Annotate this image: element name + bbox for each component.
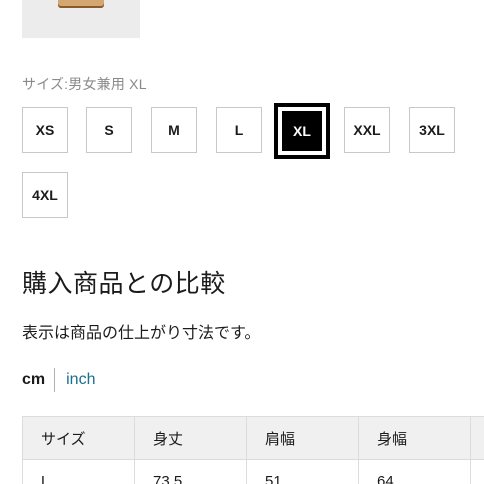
table-header-cell: 身丈 xyxy=(134,416,247,460)
size-option-xl[interactable]: XL xyxy=(274,103,330,159)
table-row: L 73.5 51 64 xyxy=(22,459,484,484)
table-cell: L xyxy=(22,459,135,484)
size-option-4xl[interactable]: 4XL xyxy=(22,172,68,218)
size-option-l[interactable]: L xyxy=(216,107,262,153)
size-option-label: 3XL xyxy=(419,122,445,138)
table-cell: 51 xyxy=(246,459,359,484)
unit-inch-option[interactable]: inch xyxy=(66,371,95,389)
size-label: サイズ:男女兼用 XL xyxy=(22,76,147,92)
table-cell: 64 xyxy=(358,459,471,484)
size-option-label: S xyxy=(104,122,114,138)
size-option-3xl[interactable]: 3XL xyxy=(409,107,455,153)
size-option-xs[interactable]: XS xyxy=(22,107,68,153)
product-image xyxy=(58,0,104,8)
compare-note: 表示は商品の仕上がり寸法です。 xyxy=(22,325,261,342)
unit-divider xyxy=(54,368,56,392)
size-option-label: M xyxy=(168,122,180,138)
size-option-label: XS xyxy=(35,122,55,138)
table-cell: 73.5 xyxy=(134,459,247,484)
table-header-cell: 肩幅 xyxy=(246,416,359,460)
size-option-label: XL xyxy=(293,123,311,139)
product-thumbnail[interactable] xyxy=(22,0,140,38)
size-option-label: 4XL xyxy=(32,187,58,203)
table-header-cell: 身幅 xyxy=(358,416,471,460)
table-header-cell xyxy=(470,416,484,460)
size-option-label: L xyxy=(234,122,244,138)
unit-cm-option[interactable]: cm xyxy=(22,371,45,389)
table-header-cell: サイズ xyxy=(22,416,135,460)
size-comparison-table: サイズ 身丈 肩幅 身幅 L 73.5 51 64 xyxy=(22,416,484,484)
table-header-row: サイズ 身丈 肩幅 身幅 xyxy=(22,416,484,460)
size-option-label: XXL xyxy=(353,122,381,138)
size-option-xxl[interactable]: XXL xyxy=(344,107,390,153)
size-option-s[interactable]: S xyxy=(86,107,132,153)
unit-toggle: cm inch xyxy=(22,368,95,392)
size-option-m[interactable]: M xyxy=(151,107,197,153)
compare-title: 購入商品との比較 xyxy=(22,270,226,298)
table-cell xyxy=(470,459,484,484)
